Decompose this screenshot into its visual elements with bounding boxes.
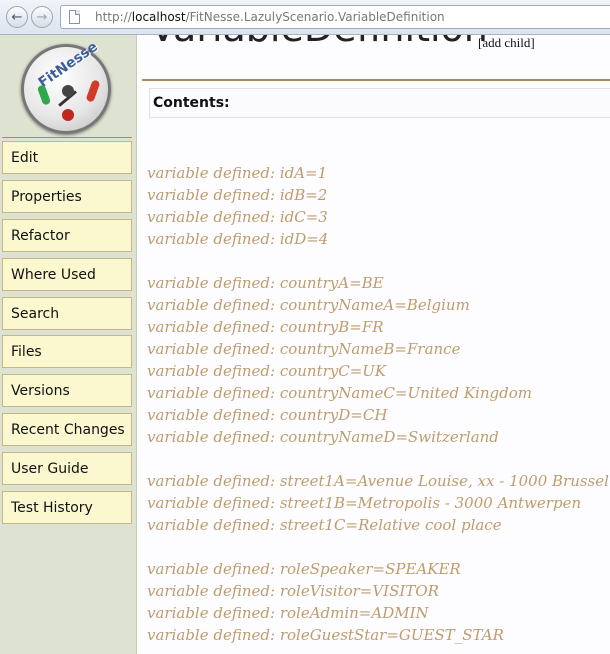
variable-line: variable defined: idB=2: [147, 186, 328, 204]
title-divider: [142, 79, 610, 81]
add-child-link[interactable]: [add child]: [478, 35, 535, 51]
page-icon: [69, 10, 80, 24]
variable-line: variable defined: idA=1: [147, 164, 328, 182]
address-bar[interactable]: http://localhost/FitNesse.LazulyScenario…: [60, 5, 610, 29]
sidebar: FitNesse Edit Properties Refactor Where …: [0, 35, 137, 654]
contents-box: Contents:: [149, 88, 610, 118]
url-path: /FitNesse.LazulyScenario.VariableDefinit…: [185, 10, 445, 24]
fitnesse-logo[interactable]: FitNesse: [21, 39, 111, 134]
sidebar-item-search[interactable]: Search: [2, 297, 132, 330]
contents-label: Contents:: [153, 95, 230, 111]
variable-line: variable defined: roleAdmin=ADMIN: [147, 604, 429, 622]
url-prefix: http://: [95, 10, 132, 24]
variable-line: variable defined: countryNameB=France: [147, 340, 461, 358]
variable-line: variable defined: street1C=Relative cool…: [147, 516, 502, 534]
url-text: http://localhost/FitNesse.LazulyScenario…: [95, 10, 445, 24]
variable-line: variable defined: countryD=CH: [147, 406, 388, 424]
page-title: VariableDefinition: [150, 35, 488, 47]
sidebar-divider: [2, 137, 132, 138]
url-host: localhost: [131, 10, 186, 24]
variable-line: variable defined: idD=4: [147, 230, 329, 248]
variable-line: variable defined: countryNameA=Belgium: [147, 296, 470, 314]
sidebar-item-user-guide[interactable]: User Guide: [2, 452, 132, 485]
browser-toolbar: ← → http://localhost/FitNesse.LazulyScen…: [0, 0, 610, 35]
variable-line: variable defined: countryB=FR: [147, 318, 384, 336]
variable-line: variable defined: countryC=UK: [147, 362, 387, 380]
variable-line: variable defined: street1A=Avenue Louise…: [147, 472, 609, 490]
sidebar-item-test-history[interactable]: Test History: [2, 491, 132, 524]
sidebar-item-files[interactable]: Files: [2, 335, 132, 368]
variable-line: variable defined: countryNameC=United Ki…: [147, 384, 532, 402]
variable-line: variable defined: idC=3: [147, 208, 328, 226]
gauge-hub: [62, 85, 74, 97]
main-content: VariableDefinition [add child] Contents:…: [138, 35, 610, 654]
variable-line: variable defined: countryNameD=Switzerla…: [147, 428, 499, 446]
variable-line: variable defined: countryA=BE: [147, 274, 384, 292]
variable-line: variable defined: roleVisitor=VISITOR: [147, 582, 439, 600]
sidebar-item-refactor[interactable]: Refactor: [2, 219, 132, 252]
sidebar-item-recent-changes[interactable]: Recent Changes: [2, 413, 132, 446]
sidebar-item-edit[interactable]: Edit: [2, 141, 132, 174]
forward-arrow-icon[interactable]: →: [31, 6, 53, 28]
sidebar-item-versions[interactable]: Versions: [2, 374, 132, 407]
variable-line: variable defined: street1B=Metropolis - …: [147, 494, 582, 512]
variable-line: variable defined: roleGuestStar=GUEST_ST…: [147, 626, 504, 644]
gauge-red-arc: [85, 79, 101, 103]
sidebar-item-where-used[interactable]: Where Used: [2, 258, 132, 291]
logo-badge-icon: [62, 109, 74, 121]
sidebar-item-properties[interactable]: Properties: [2, 180, 132, 213]
back-arrow-icon[interactable]: ←: [6, 6, 28, 28]
variable-line: variable defined: roleSpeaker=SPEAKER: [147, 560, 461, 578]
